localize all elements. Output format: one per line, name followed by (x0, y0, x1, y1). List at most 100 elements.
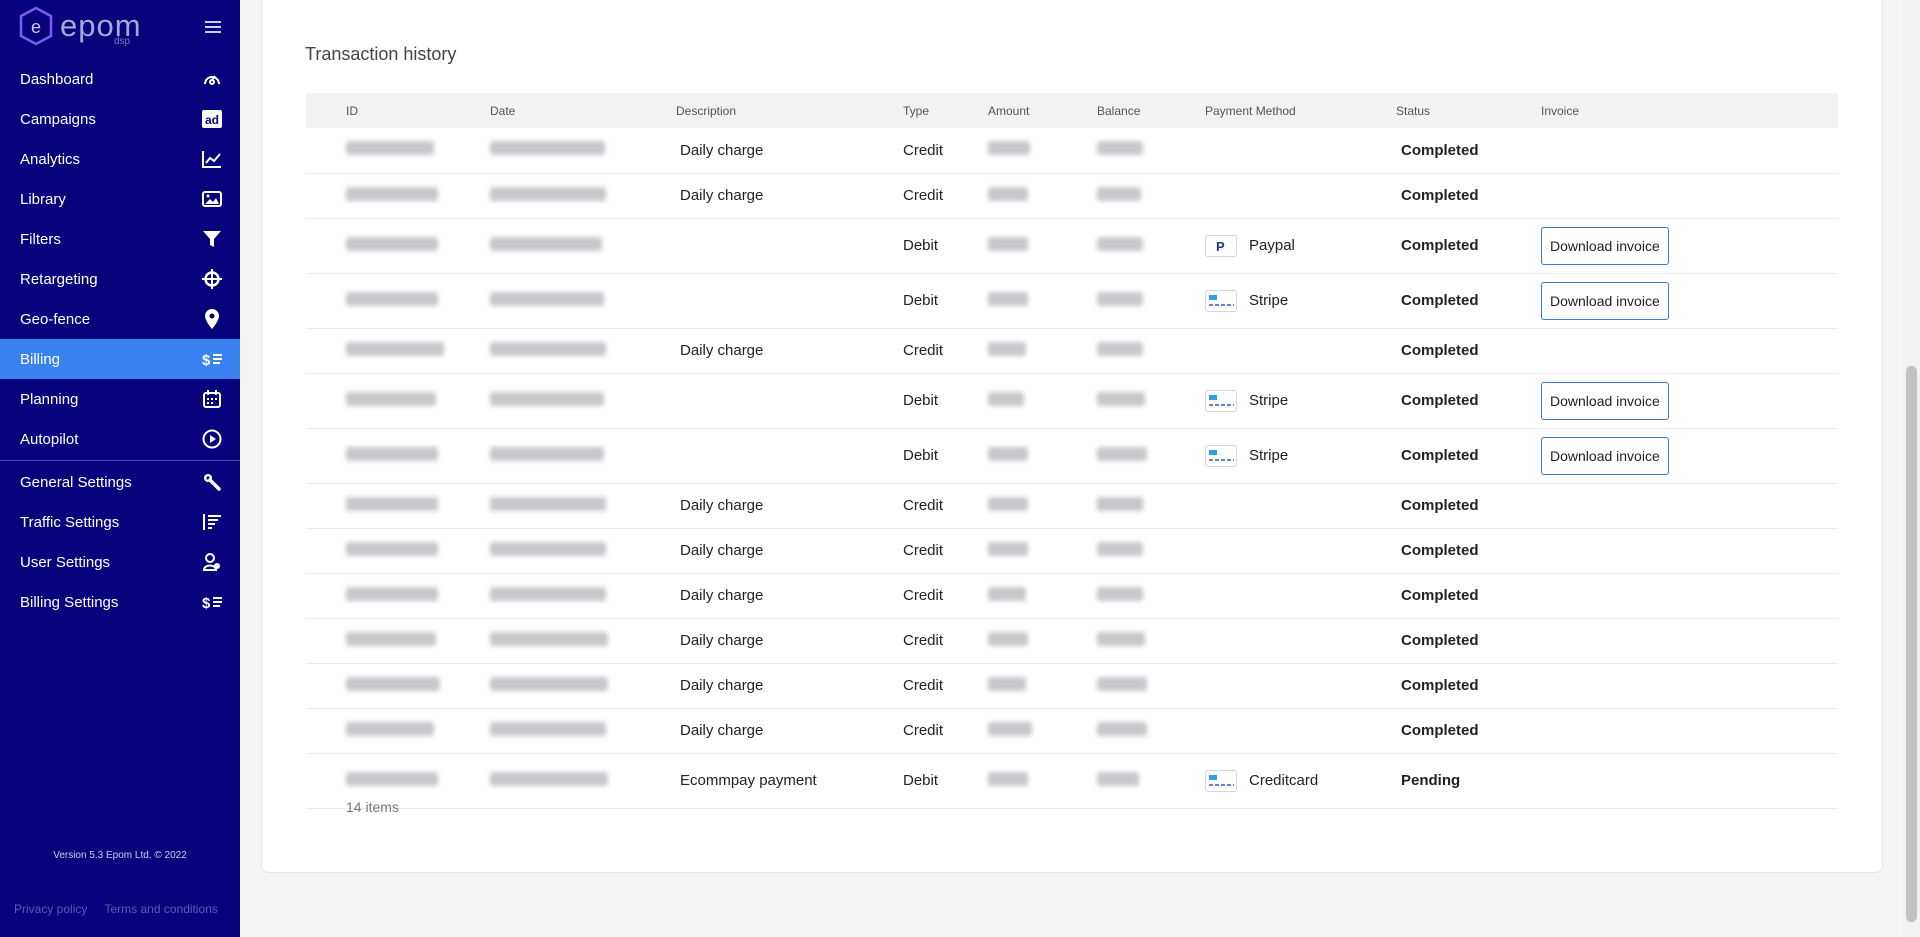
cell-type: Credit (903, 708, 988, 754)
column-header-payment-method[interactable]: Payment Method (1205, 93, 1396, 128)
cell-amount-redacted (988, 218, 1097, 274)
nav-item-billing[interactable]: Billing $ (0, 339, 240, 379)
image-icon (202, 189, 222, 209)
dollar-list-icon: $ (202, 592, 222, 612)
column-header-balance[interactable]: Balance (1097, 93, 1205, 128)
cell-payment-method (1205, 173, 1396, 219)
status-badge: Completed (1396, 663, 1541, 709)
nav-item-analytics[interactable]: Analytics (0, 139, 240, 179)
nav-item-user-settings[interactable]: User Settings (0, 542, 240, 582)
nav-label: Traffic Settings (20, 513, 120, 531)
cell-payment-method: P Paypal (1205, 218, 1396, 274)
download-invoice-button[interactable]: Download invoice (1541, 281, 1669, 320)
cell-type: Debit (903, 218, 988, 274)
cell-amount-redacted (988, 618, 1097, 664)
cell-date-redacted (490, 428, 676, 484)
page-scrollbar[interactable] (1903, 0, 1920, 937)
cell-amount-redacted (988, 373, 1097, 429)
version-text: Version 5.3 Epom Ltd. © 2022 (53, 850, 187, 861)
cell-date-redacted (490, 708, 676, 754)
nav-label: Geo-fence (20, 310, 91, 328)
cell-balance-redacted (1097, 573, 1205, 619)
download-invoice-button[interactable]: Download invoice (1541, 381, 1669, 420)
crosshair-icon (202, 269, 222, 289)
nav-item-filters[interactable]: Filters (0, 219, 240, 259)
hamburger-menu-icon[interactable] (205, 21, 221, 35)
column-header-date[interactable]: Date (490, 93, 676, 128)
table-body: Daily charge Credit Completed Daily charge C… (306, 128, 1838, 809)
nav-label: Billing (20, 350, 61, 368)
nav-item-retargeting[interactable]: Retargeting (0, 259, 240, 299)
column-header-amount[interactable]: Amount (988, 93, 1097, 128)
svg-text:$: $ (202, 352, 211, 367)
nav-item-billing-settings[interactable]: Billing Settings $ (0, 582, 240, 622)
logo-hex-icon: e (19, 6, 53, 46)
cell-balance-redacted (1097, 708, 1205, 754)
column-header-invoice[interactable]: Invoice (1541, 93, 1838, 128)
cell-invoice (1541, 708, 1838, 754)
cell-type: Credit (903, 528, 988, 574)
nav-item-dashboard[interactable]: Dashboard (0, 59, 240, 99)
nav-item-library[interactable]: Library (0, 179, 240, 219)
nav-item-autopilot[interactable]: Autopilot (0, 419, 240, 459)
cell-invoice (1541, 618, 1838, 664)
nav-item-campaigns[interactable]: Campaigns ad (0, 99, 240, 139)
paypal-icon: P (1205, 234, 1237, 257)
cell-balance-redacted (1097, 428, 1205, 484)
cell-date-redacted (490, 573, 676, 619)
cell-id-redacted (306, 528, 490, 574)
payment-method-label: Paypal (1249, 237, 1295, 254)
cell-date-redacted (490, 528, 676, 574)
column-header-description[interactable]: Description (676, 93, 903, 128)
table-row: Daily charge Credit Completed (306, 528, 1838, 574)
cell-id-redacted (306, 273, 490, 329)
nav-item-traffic-settings[interactable]: Traffic Settings (0, 502, 240, 542)
table-row: Daily charge Credit Completed (306, 128, 1838, 174)
nav-label: User Settings (20, 553, 111, 571)
cell-description: Daily charge (676, 173, 903, 219)
cell-type: Credit (903, 573, 988, 619)
nav-label: General Settings (20, 473, 132, 491)
nav-item-general-settings[interactable]: General Settings (0, 462, 240, 502)
cell-amount-redacted (988, 708, 1097, 754)
payment-method-label: Stripe (1249, 447, 1289, 464)
cell-date-redacted (490, 128, 676, 174)
download-invoice-button[interactable]: Download invoice (1541, 226, 1669, 265)
nav-item-geo-fence[interactable]: Geo-fence (0, 299, 240, 339)
transaction-card: Transaction history ID Date Description … (261, 0, 1883, 873)
svg-text:$: $ (202, 595, 211, 610)
cell-id-redacted (306, 328, 490, 374)
download-invoice-button[interactable]: Download invoice (1541, 436, 1669, 475)
cell-type: Credit (903, 128, 988, 174)
nav-label: Planning (20, 390, 79, 408)
page-title: Transaction history (305, 44, 457, 64)
cell-balance-redacted (1097, 328, 1205, 374)
cell-description (676, 428, 903, 484)
column-header-id[interactable]: ID (306, 93, 490, 128)
table-row: Daily charge Credit Completed (306, 663, 1838, 709)
table-row: Debit Stripe Completed Download invoice (306, 273, 1838, 329)
cell-balance-redacted (1097, 173, 1205, 219)
table-row: Ecommpay payment Debit Creditcard Pending (306, 753, 1838, 809)
table-row: Debit Stripe Completed Download invoice (306, 428, 1838, 484)
payment-method-label: Stripe (1249, 292, 1289, 309)
cell-description: Daily charge (676, 528, 903, 574)
nav-item-planning[interactable]: Planning (0, 379, 240, 419)
status-badge: Completed (1396, 128, 1541, 174)
svg-text:ad: ad (205, 113, 219, 127)
scrollbar-thumb[interactable] (1906, 366, 1917, 922)
cell-invoice (1541, 483, 1838, 529)
cell-payment-method (1205, 328, 1396, 374)
nav-label: Library (20, 190, 66, 208)
terms-link[interactable]: Terms and conditions (104, 902, 217, 916)
cell-balance-redacted (1097, 218, 1205, 274)
cell-balance-redacted (1097, 663, 1205, 709)
cell-payment-method (1205, 708, 1396, 754)
footer-links: Privacy policy Terms and conditions (14, 902, 232, 916)
payment-method-label: Stripe (1249, 392, 1289, 409)
privacy-policy-link[interactable]: Privacy policy (14, 902, 87, 916)
svg-text:P: P (1216, 239, 1225, 253)
cell-amount-redacted (988, 483, 1097, 529)
column-header-status[interactable]: Status (1396, 93, 1541, 128)
column-header-type[interactable]: Type (903, 93, 988, 128)
